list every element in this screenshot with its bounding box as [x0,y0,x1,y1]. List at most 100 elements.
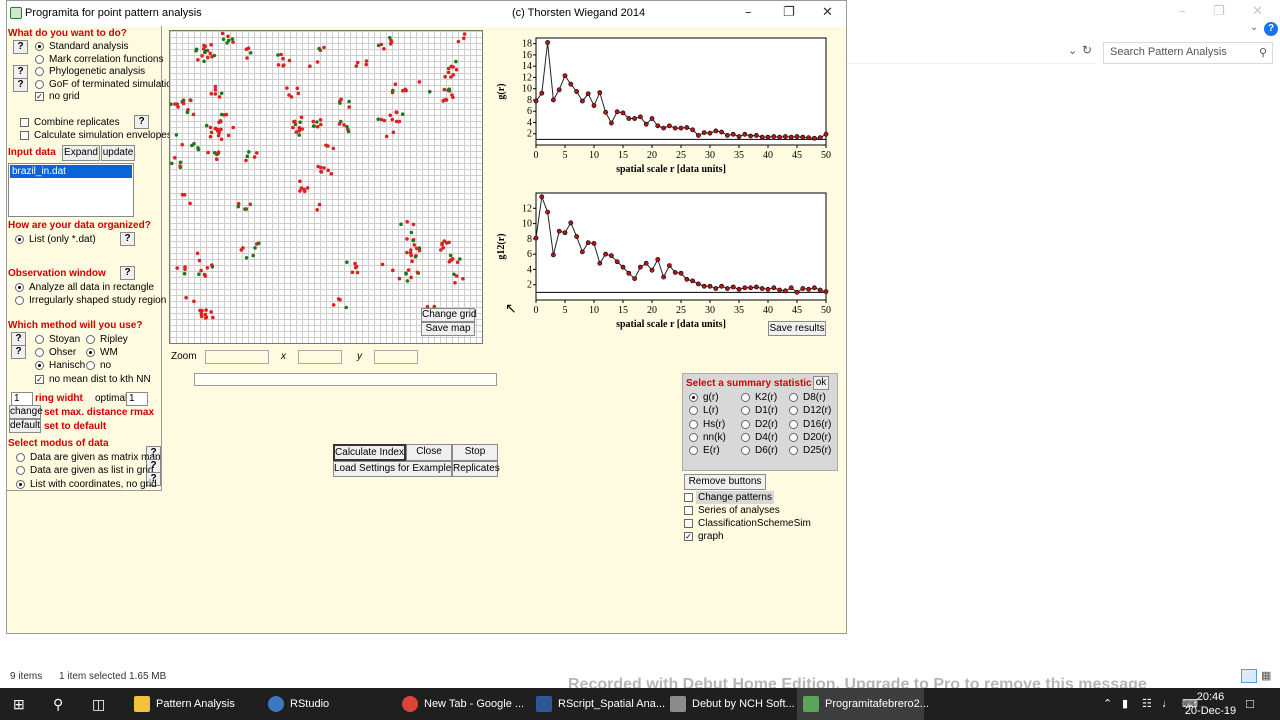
radio-gof[interactable] [35,80,44,89]
optimal-input[interactable]: 1 [126,392,148,406]
radio-ripley[interactable] [86,335,95,344]
explorer-close-icon[interactable]: ✕ [1252,4,1263,19]
checkbox-envelopes[interactable] [20,131,29,140]
minimize-icon[interactable]: – [745,5,752,20]
help-phylo-button[interactable]: ? [13,65,28,79]
stat-radio[interactable] [689,393,698,402]
radio-list[interactable] [15,235,24,244]
change-grid-button[interactable]: Change grid [421,308,476,322]
show-hidden-icons[interactable]: ⌃ [1103,688,1112,720]
stat-radio[interactable] [689,406,698,416]
stat-radio[interactable] [741,419,750,429]
windows-start-icon[interactable]: ⊞ [13,688,25,720]
close-icon[interactable]: ✕ [822,5,833,20]
radio-mark[interactable] [35,55,44,64]
radio-phylo[interactable] [35,67,44,76]
taskbar-item-word[interactable]: RScript_Spatial Ana... [530,688,665,720]
close-button[interactable]: Close [406,444,452,461]
help-what-button[interactable]: ? [13,40,28,54]
help-method2-button[interactable]: ? [11,345,26,359]
clock[interactable]: 20:46 20-Dec-19 [1183,688,1238,720]
map-point [331,303,336,307]
explorer-expand-ribbon-icon[interactable]: ⌄ [1250,22,1258,33]
stat-radio[interactable] [741,446,750,456]
zoom-input[interactable] [205,350,269,364]
file-item[interactable]: brazil_in.dat [10,165,132,178]
help-organized-button[interactable]: ? [120,232,135,246]
y-input[interactable] [374,350,418,364]
ring-width-input[interactable]: 1 [11,392,33,406]
save-map-button[interactable]: Save map [421,322,475,336]
stat-radio[interactable] [741,432,750,442]
x-input[interactable] [298,350,342,364]
expand-button[interactable]: Expand [62,145,100,161]
input-file-list[interactable]: brazil_in.dat [8,163,134,217]
radio-hanisch[interactable] [35,361,44,370]
taskbar-item-programita[interactable]: Programitafebrero2... [797,688,929,720]
radio-irregular[interactable] [15,296,24,305]
explorer-minimize-icon[interactable]: – [1179,4,1186,19]
explorer-search-input[interactable]: Search Pattern Analysis ⚲ [1103,42,1273,64]
stat-radio[interactable] [689,446,698,456]
radio-listgrid[interactable] [16,466,25,475]
checkbox-series[interactable] [684,506,693,515]
radio-stoyan[interactable] [35,335,44,344]
maximize-icon[interactable]: ❐ [783,5,795,20]
refresh-icon[interactable]: ↻ [1082,43,1092,57]
radio-standard[interactable] [35,42,44,51]
stat-ok-button[interactable]: ok [813,376,829,390]
calculate-index-button[interactable]: Calculate Index [333,444,406,461]
address-dropdown-icon[interactable]: ⌄ [1068,44,1077,57]
save-results-button[interactable]: Save results [768,321,826,336]
notifications-icon[interactable]: □ [1246,688,1254,720]
stop-button[interactable]: Stop [452,444,498,461]
radio-matrix[interactable] [16,453,25,462]
help-gof-button[interactable]: ? [13,78,28,92]
checkbox-graph[interactable]: ✓ [684,532,693,541]
update-button[interactable]: update [101,145,135,161]
taskbar-item-rstudio[interactable]: RStudio [262,688,389,720]
checkbox-nogrid[interactable]: ✓ [35,92,44,101]
stat-radio[interactable] [741,393,750,402]
remove-buttons-button[interactable]: Remove buttons [684,474,766,490]
stat-radio[interactable] [689,419,698,429]
stat-radio[interactable] [789,432,798,442]
radio-wm[interactable] [86,348,95,357]
stat-radio[interactable] [789,419,798,429]
network-icon[interactable]: ☷ [1142,688,1152,720]
help-obs-button[interactable]: ? [120,266,135,280]
explorer-address-bar[interactable]: ⌄ ↻ [846,40,1096,64]
checkbox-combine[interactable] [20,118,29,127]
replicates-button[interactable]: Replicates [452,461,500,477]
explorer-maximize-icon[interactable]: ❐ [1213,4,1225,19]
stat-radio[interactable] [789,446,798,456]
radio-coords[interactable] [16,480,25,489]
volume-icon[interactable]: ♩ [1162,688,1173,720]
radio-rect[interactable] [15,283,24,292]
g-r-data-point [626,116,632,121]
stat-radio[interactable] [741,406,750,416]
taskbar-item-debut[interactable]: Debut by NCH Soft... [664,688,795,720]
help-method1-button[interactable]: ? [11,332,26,346]
checkbox-nomean[interactable]: ✓ [35,375,44,384]
task-view-icon[interactable]: ◫ [92,688,105,720]
point-pattern-map[interactable] [169,30,483,344]
checkbox-change-patterns[interactable] [684,493,693,502]
help-combine-button[interactable]: ? [134,115,149,129]
help-icon[interactable]: ? [1264,22,1278,36]
radio-ohser[interactable] [35,348,44,357]
radio-no[interactable] [86,361,95,370]
stat-radio[interactable] [689,432,698,442]
details-view-icon[interactable] [1241,669,1257,683]
taskbar-item-chrome[interactable]: New Tab - Google ... [396,688,524,720]
default-button[interactable]: default [9,419,41,433]
tiles-view-icon[interactable]: ▦ [1261,669,1275,683]
battery-icon[interactable]: ▮ [1122,688,1128,720]
stat-radio[interactable] [789,406,798,416]
change-button[interactable]: change [9,405,43,419]
search-taskbar-icon[interactable]: ⚲ [53,688,63,720]
taskbar-item-explorer[interactable]: Pattern Analysis [128,688,255,720]
checkbox-classification[interactable] [684,519,693,528]
load-settings-button[interactable]: Load Settings for Example [333,461,452,477]
stat-radio[interactable] [789,393,798,402]
